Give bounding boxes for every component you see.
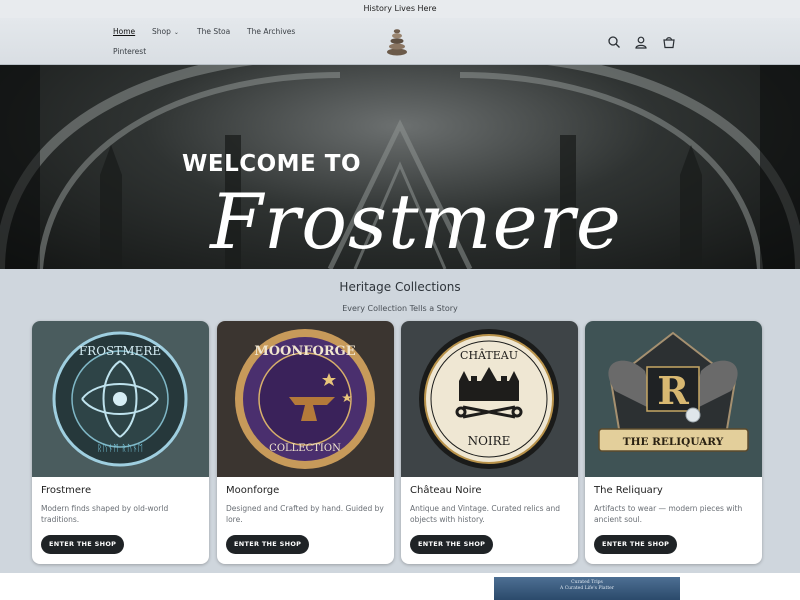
card-description: Designed and Crafted by hand. Guided by … bbox=[226, 504, 384, 524]
next-section-strip bbox=[0, 573, 800, 600]
announcement-text: History Lives Here bbox=[363, 4, 437, 13]
moonforge-emblem-subtext: COLLECTION bbox=[269, 443, 341, 454]
collection-card-frostmere[interactable]: FROSTMERE ᚱᚢᚾᛖ ᚱᚢᚾᛖ Frostmere Modern fin… bbox=[32, 321, 209, 564]
card-description: Modern finds shaped by old-world traditi… bbox=[41, 504, 169, 524]
nav-home[interactable]: Home bbox=[113, 27, 135, 36]
search-icon[interactable] bbox=[607, 35, 621, 49]
reliquary-emblem-letter: R bbox=[657, 368, 689, 413]
announcement-bar: History Lives Here bbox=[0, 0, 800, 18]
enter-shop-button[interactable]: ENTER THE SHOP bbox=[41, 535, 125, 554]
card-title[interactable]: The Reliquary bbox=[594, 485, 663, 496]
reliquary-emblem-text: THE RELIQUARY bbox=[623, 436, 724, 448]
account-icon[interactable] bbox=[634, 35, 648, 49]
card-description: Antique and Vintage. Curated relics and … bbox=[410, 504, 560, 524]
enter-shop-button[interactable]: ENTER THE SHOP bbox=[594, 535, 678, 554]
collection-card-moonforge[interactable]: MOONFORGE COLLECTION Moonforge Designed … bbox=[217, 321, 394, 564]
section-subtitle: Every Collection Tells a Story bbox=[342, 304, 458, 313]
moonforge-emblem-text: MOONFORGE bbox=[254, 344, 355, 359]
collection-card-the-reliquary[interactable]: R THE RELIQUARY The Reliquary Artifacts … bbox=[585, 321, 762, 564]
chateau-emblem-text: CHÂTEAU bbox=[460, 348, 518, 362]
frostmere-emblem-text: FROSTMERE bbox=[79, 344, 161, 358]
chateau-noire-emblem-image: CHÂTEAU NOIRE bbox=[401, 321, 578, 477]
collection-card-chateau-noire[interactable]: CHÂTEAU NOIRE Château Noire Antique and … bbox=[401, 321, 578, 564]
section-title: Heritage Collections bbox=[339, 280, 461, 294]
curated-trips-banner[interactable]: Curated Trips A Curated Life's Platter bbox=[494, 577, 680, 600]
nav-the-archives[interactable]: The Archives bbox=[247, 27, 295, 36]
card-description: Artifacts to wear — modern pieces with a… bbox=[594, 504, 743, 524]
stacked-stones-logo[interactable] bbox=[386, 28, 408, 56]
hero-welcome-text: WELCOME TO bbox=[182, 151, 362, 177]
enter-shop-button[interactable]: ENTER THE SHOP bbox=[226, 535, 310, 554]
card-title[interactable]: Moonforge bbox=[226, 485, 279, 496]
reliquary-emblem-image: R THE RELIQUARY bbox=[585, 321, 762, 477]
hero-brand-name: Frostmere bbox=[210, 177, 622, 266]
nav-shop[interactable]: Shop ⌄ bbox=[152, 27, 179, 36]
hero-banner: WELCOME TO Frostmere bbox=[0, 65, 800, 269]
nav-shop-label: Shop bbox=[152, 27, 171, 36]
moonforge-emblem-image: MOONFORGE COLLECTION bbox=[217, 321, 394, 477]
card-title[interactable]: Frostmere bbox=[41, 485, 91, 496]
chevron-down-icon: ⌄ bbox=[173, 29, 179, 36]
banner-line-2: A Curated Life's Platter bbox=[560, 586, 614, 591]
nav-the-stoa[interactable]: The Stoa bbox=[197, 27, 230, 36]
nav-pinterest[interactable]: Pinterest bbox=[113, 47, 146, 56]
site-header: Home Shop ⌄ The Stoa The Archives Pintere… bbox=[0, 18, 800, 65]
enter-shop-button[interactable]: ENTER THE SHOP bbox=[410, 535, 494, 554]
cart-icon[interactable] bbox=[662, 35, 676, 49]
chateau-emblem-subtext: NOIRE bbox=[468, 434, 511, 448]
frostmere-emblem-image: FROSTMERE ᚱᚢᚾᛖ ᚱᚢᚾᛖ bbox=[32, 321, 209, 477]
card-title[interactable]: Château Noire bbox=[410, 485, 482, 496]
frostmere-emblem-runes: ᚱᚢᚾᛖ ᚱᚢᚾᛖ bbox=[97, 443, 143, 454]
